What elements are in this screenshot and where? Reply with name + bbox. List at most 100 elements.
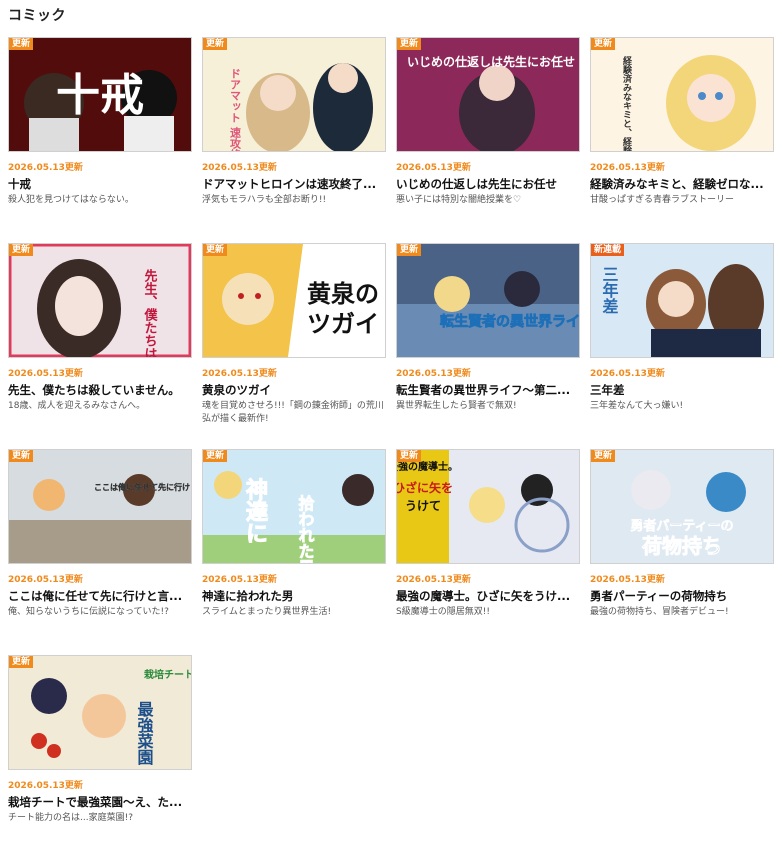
comic-description: 甘酸っぱすぎる青春ラブストーリー: [590, 195, 735, 205]
svg-text:うけて: うけて: [405, 499, 441, 513]
update-date: 2026.05.13更新: [8, 575, 83, 585]
update-date: 2026.05.13更新: [590, 163, 665, 173]
comic-cover-image: 経験済みなキミと、経験ゼロなオレがお付き合いする話。: [591, 38, 773, 151]
comic-description: 浮気もモラハラも全部お断り!!: [202, 195, 327, 205]
comic-thumbnail[interactable]: いじめの仕返しは先生にお任せ 更新: [396, 37, 580, 152]
update-date: 2026.05.13更新: [8, 781, 83, 791]
comic-thumbnail[interactable]: 勇者パーティーの 荷物持ち 更新: [590, 449, 774, 564]
comic-thumbnail[interactable]: 転生賢者の異世界ライフ 更新: [396, 243, 580, 358]
update-badge: 更新: [591, 38, 616, 50]
section-title: コミック: [8, 8, 66, 24]
comic-card[interactable]: 三年差 新連載 2026.05.13更新 三年差 三年差なんて大っ嫌い!: [590, 243, 774, 440]
svg-text:黄泉の: 黄泉の: [307, 279, 379, 308]
update-badge: 更新: [203, 450, 228, 462]
update-date: 2026.05.13更新: [396, 163, 471, 173]
update-badge: 更新: [9, 656, 34, 668]
update-badge: 新連載: [591, 244, 625, 256]
comic-thumbnail[interactable]: 神達に 拾われた男 更新: [202, 449, 386, 564]
comic-thumbnail[interactable]: ここは俺に任せて先に行けと言ってから伝説になっていた。 更新: [8, 449, 192, 564]
comic-title-link[interactable]: 神達に拾われた男: [202, 589, 386, 604]
svg-text:いじめの仕返しは先生にお任せ: いじめの仕返しは先生にお任せ: [407, 54, 575, 69]
comic-description: S級魔導士の隠居無双!!: [396, 607, 490, 617]
comic-card[interactable]: ドアマット 速攻終了 更新 2026.05.13更新ドアマットヒロインは速攻終了..…: [202, 37, 386, 234]
svg-text:転生賢者の異世界ライフ: 転生賢者の異世界ライフ: [440, 313, 579, 330]
update-badge: 更新: [397, 38, 422, 50]
comic-cover-image: 黄泉のツガイ: [203, 244, 385, 357]
svg-text:勇者パーティーの: 勇者パーティーの: [630, 518, 733, 534]
update-date: 2026.05.13更新: [202, 369, 277, 379]
comic-title-link[interactable]: 経験済みなキミと、経験ゼロな...: [590, 177, 774, 192]
comic-thumbnail[interactable]: ドアマット 速攻終了 更新: [202, 37, 386, 152]
svg-text:経験済みなキミと、経験ゼロなオレがお付き合いする話。: 経験済みなキミと、経験ゼロなオレがお付き合いする話。: [621, 55, 633, 151]
comic-title-link[interactable]: 先生、僕たちは殺していません。: [8, 383, 192, 398]
svg-text:十戒: 十戒: [56, 70, 144, 121]
svg-text:栽培チートで: 栽培チートで: [144, 668, 191, 681]
comic-card[interactable]: 黄泉の ツガイ 更新 2026.05.13更新 黄泉のツガイ 魂を目覚めさせろ!!!「鋼の…: [202, 243, 386, 440]
comic-thumbnail[interactable]: 十戒 更新: [8, 37, 192, 152]
comic-card[interactable]: 転生賢者の異世界ライフ 更新 2026.05.13更新転生賢者の異世界ライフ～第二.…: [396, 243, 580, 440]
svg-text:神達に: 神達に: [242, 477, 268, 544]
svg-text:三年差: 三年差: [600, 266, 619, 314]
comic-cover-image: ここは俺に任せて先に行けと言ってから伝説になっていた。: [9, 450, 191, 563]
comic-thumbnail[interactable]: 経験済みなキミと、経験ゼロなオレがお付き合いする話。更新: [590, 37, 774, 152]
svg-text:ここは俺に任せて先に行けと言ってから伝説になっていた。: ここは俺に任せて先に行けと言ってから伝説になっていた。: [94, 482, 191, 492]
comic-thumbnail[interactable]: 栽培チートで最強菜園 更新: [8, 655, 192, 770]
update-badge: 更新: [9, 38, 34, 50]
update-badge: 更新: [203, 38, 228, 50]
update-date: 2026.05.13更新: [396, 369, 471, 379]
comic-cover-image: ドアマット 速攻終了: [203, 38, 385, 151]
comic-card[interactable]: 十戒 更新 2026.05.13更新 十戒 殺人犯を見つけてはならない。: [8, 37, 192, 234]
comic-card[interactable]: 栽培チートで最強菜園 更新 2026.05.13更新栽培チートで最強菜園～え、た..…: [8, 655, 192, 852]
comic-cover-image: いじめの仕返しは先生にお任せ: [397, 38, 579, 151]
comic-title-link[interactable]: 黄泉のツガイ: [202, 383, 386, 398]
update-date: 2026.05.13更新: [8, 163, 83, 173]
update-date: 2026.05.13更新: [202, 163, 277, 173]
comic-title-link[interactable]: 最強の魔導士。ひざに矢をうけ...: [396, 589, 580, 604]
comic-title-link[interactable]: 三年差: [590, 383, 774, 398]
comic-cover-image: 神達に 拾われた男: [203, 450, 385, 563]
comic-cover-image: 三年差: [591, 244, 773, 357]
comic-cover-image: 先生、僕たちは殺していません: [9, 244, 191, 357]
comic-card[interactable]: 最強の魔導士。ひざに矢をうけて更新2026.05.13更新最強の魔導士。ひざに矢…: [396, 449, 580, 646]
svg-text:最強菜園: 最強菜園: [135, 701, 155, 766]
comic-card[interactable]: いじめの仕返しは先生にお任せ 更新 2026.05.13更新 いじめの仕返しは先生にお…: [396, 37, 580, 234]
comic-thumbnail[interactable]: 先生、僕たちは殺していません 更新: [8, 243, 192, 358]
comic-card[interactable]: 勇者パーティーの 荷物持ち 更新 2026.05.13更新 勇者パーティーの荷物持ち 最強…: [590, 449, 774, 646]
comic-description: 殺人犯を見つけてはならない。: [8, 195, 134, 205]
update-date: 2026.05.13更新: [590, 369, 665, 379]
comic-description: 最強の荷物持ち、冒険者デビュー!: [590, 607, 729, 617]
comic-title-link[interactable]: 十戒: [8, 177, 192, 192]
svg-text:拾われた男: 拾われた男: [296, 494, 315, 563]
comic-thumbnail[interactable]: 三年差 新連載: [590, 243, 774, 358]
comic-description: 俺、知らないうちに伝説になっていた!?: [8, 607, 169, 617]
svg-text:ドアマット 速攻終了: ドアマット 速攻終了: [229, 68, 242, 151]
svg-text:先生、僕たちは殺していません: 先生、僕たちは殺していません: [142, 268, 159, 357]
comic-description: 異世界転生したら賢者で無双!: [396, 401, 517, 411]
update-badge: 更新: [397, 450, 422, 462]
comic-description: チート能力の名は...家庭菜園!?: [8, 813, 133, 823]
comic-title-link[interactable]: いじめの仕返しは先生にお任せ: [396, 177, 580, 192]
comic-card[interactable]: 経験済みなキミと、経験ゼロなオレがお付き合いする話。更新 2026.05.13更新…: [590, 37, 774, 234]
comic-title-link[interactable]: 勇者パーティーの荷物持ち: [590, 589, 774, 604]
comic-title-link[interactable]: ここは俺に任せて先に行けと言...: [8, 589, 192, 604]
comic-cover-image: 十戒: [9, 38, 191, 151]
update-date: 2026.05.13更新: [8, 369, 83, 379]
comic-title-link[interactable]: 転生賢者の異世界ライフ～第二...: [396, 383, 580, 398]
update-badge: 更新: [397, 244, 422, 256]
svg-text:ひざに矢を: ひざに矢を: [397, 480, 453, 495]
comic-cover-image: 最強の魔導士。ひざに矢をうけて: [397, 450, 579, 563]
comic-description: 魂を目覚めさせろ!!!「鋼の錬金術師」の荒川弘が描く最新作!: [202, 401, 384, 424]
comic-card[interactable]: 神達に 拾われた男 更新 2026.05.13更新 神達に拾われた男 スライムとまったり異…: [202, 449, 386, 646]
svg-text:荷物持ち: 荷物持ち: [642, 534, 722, 558]
comic-cover-image: 勇者パーティーの荷物持ち: [591, 450, 773, 563]
comic-cover-image: 転生賢者の異世界ライフ: [397, 244, 579, 357]
comic-title-link[interactable]: ドアマットヒロインは速攻終了...: [202, 177, 386, 192]
update-badge: 更新: [9, 450, 34, 462]
comic-card[interactable]: ここは俺に任せて先に行けと言ってから伝説になっていた。 更新 2026.05.13更…: [8, 449, 192, 646]
comic-title-link[interactable]: 栽培チートで最強菜園～え、た...: [8, 795, 192, 810]
comic-thumbnail[interactable]: 黄泉の ツガイ 更新: [202, 243, 386, 358]
comic-description: 三年差なんて大っ嫌い!: [590, 401, 684, 411]
comic-card[interactable]: 先生、僕たちは殺していません更新2026.05.13更新先生、僕たちは殺していま…: [8, 243, 192, 440]
comic-grid: 十戒 更新 2026.05.13更新 十戒 殺人犯を見つけてはならない。 ドアマット 速攻…: [8, 37, 778, 852]
comic-thumbnail[interactable]: 最強の魔導士。ひざに矢をうけて更新: [396, 449, 580, 564]
